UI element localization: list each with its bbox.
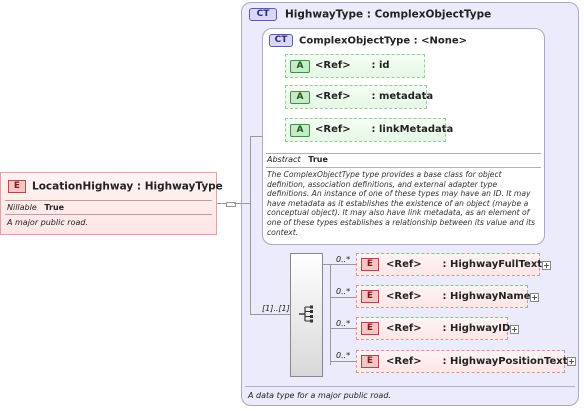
attribute-label: <Ref> : linkMetadata	[315, 124, 454, 135]
child-cardinality: 0..*	[336, 319, 351, 328]
abstract-key: Abstract	[267, 155, 301, 164]
element-badge: E	[8, 180, 26, 193]
expand-icon[interactable]	[510, 325, 519, 334]
complex-object-type-title: CT ComplexObjectType : <None>	[269, 34, 467, 47]
location-highway-element[interactable]: E LocationHighway : HighwayType Nillable …	[0, 172, 223, 235]
attribute-badge: A	[290, 91, 310, 104]
connector-line	[250, 314, 290, 315]
abstract-value: True	[308, 155, 328, 164]
divider	[5, 200, 212, 201]
location-highway-doc: A major public road.	[7, 218, 88, 227]
complex-type-badge: CT	[249, 8, 277, 21]
element-highway-full-text[interactable]: E <Ref> : HighwayFullText	[356, 253, 543, 276]
connector-line	[330, 264, 356, 265]
expand-icon[interactable]	[567, 357, 576, 366]
connector-line	[330, 264, 331, 365]
attribute-label: <Ref> : id	[315, 60, 390, 71]
attribute-badge: A	[290, 124, 310, 137]
complex-type-badge: CT	[269, 34, 293, 47]
attribute-badge: A	[290, 60, 310, 73]
child-cardinality: 0..*	[336, 351, 351, 360]
element-badge: E	[361, 355, 379, 368]
connector-line	[330, 328, 356, 329]
divider	[266, 167, 541, 168]
sequence-icon	[299, 305, 313, 323]
expand-icon[interactable]	[542, 261, 551, 270]
attribute-id[interactable]: A <Ref> : id	[285, 54, 425, 78]
divider	[266, 153, 541, 154]
child-cardinality: 0..*	[336, 255, 351, 264]
element-label: <Ref> : HighwayFullText	[386, 259, 543, 270]
highway-type-title: CT HighwayType : ComplexObjectType	[249, 8, 491, 21]
connector-line	[330, 297, 356, 298]
element-badge: E	[361, 258, 379, 271]
element-highway-id[interactable]: E <Ref> : HighwayID	[356, 317, 511, 340]
sequence-cardinality: [1]..[1]	[262, 304, 290, 313]
element-highway-position-text[interactable]: E <Ref> : HighwayPositionText	[356, 350, 568, 373]
highway-type-label: HighwayType : ComplexObjectType	[285, 8, 492, 21]
element-badge: E	[361, 290, 379, 303]
element-label: <Ref> : HighwayID	[386, 323, 511, 334]
nillable-property: Nillable True	[7, 203, 64, 212]
connector-line	[234, 203, 250, 204]
abstract-property: Abstract True	[267, 155, 328, 164]
nillable-key: Nillable	[7, 203, 37, 212]
highway-type-doc: A data type for a major public road.	[248, 391, 391, 400]
location-highway-title: E LocationHighway : HighwayType	[8, 180, 223, 193]
divider	[245, 386, 575, 387]
complex-object-type-label: ComplexObjectType : <None>	[299, 35, 467, 47]
connector-line	[330, 361, 356, 362]
expand-icon[interactable]	[530, 293, 539, 302]
element-badge: E	[361, 322, 379, 335]
divider	[5, 214, 212, 215]
location-highway-label: LocationHighway : HighwayType	[32, 180, 223, 193]
attribute-metadata[interactable]: A <Ref> : metadata	[285, 85, 433, 109]
connector-line	[250, 136, 251, 315]
element-highway-name[interactable]: E <Ref> : HighwayName	[356, 285, 531, 308]
element-label: <Ref> : HighwayPositionText	[386, 356, 568, 367]
nillable-value: True	[44, 203, 65, 212]
child-cardinality: 0..*	[336, 287, 351, 296]
attribute-label: <Ref> : metadata	[315, 91, 434, 102]
complex-object-type-doc: The ComplexObjectType type provides a ba…	[267, 170, 536, 237]
connector-line	[323, 264, 330, 265]
attribute-link-metadata[interactable]: A <Ref> : linkMetadata	[285, 118, 453, 142]
element-label: <Ref> : HighwayName	[386, 291, 531, 302]
connector-line	[217, 203, 226, 204]
sequence-compositor[interactable]	[290, 253, 323, 377]
